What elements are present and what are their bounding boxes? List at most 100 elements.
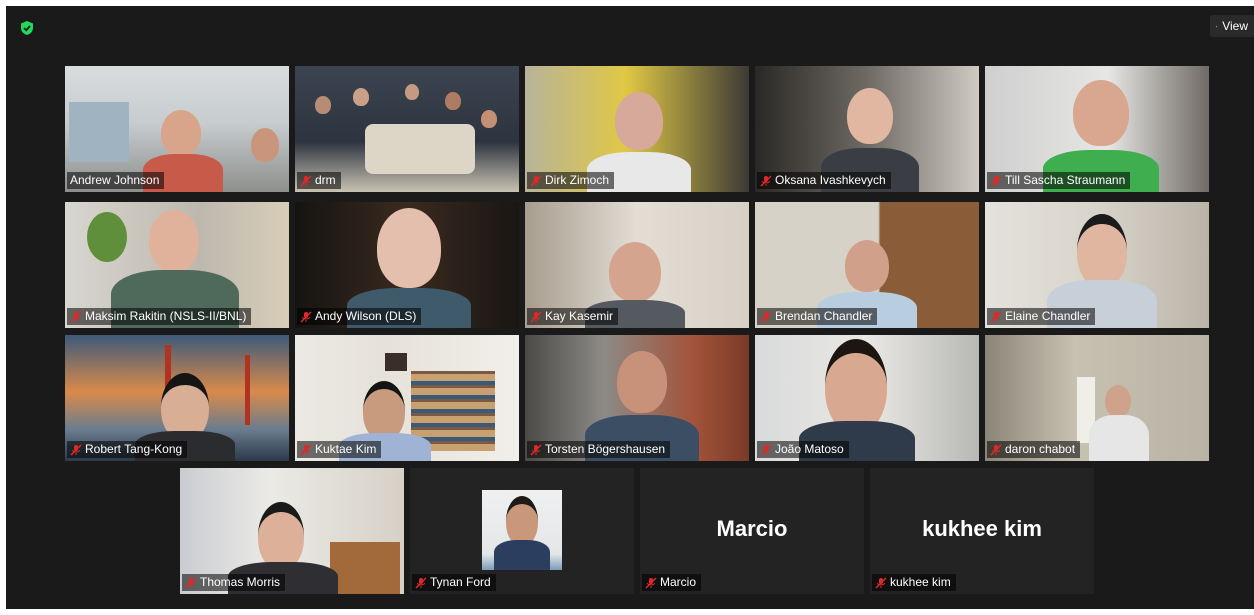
- grid-icon: [1216, 25, 1218, 27]
- participant-face: [149, 210, 199, 272]
- participant-name-label: Dirk Zimoch: [527, 172, 615, 189]
- participant-name: Kuktae Kim: [315, 442, 377, 456]
- participant-face: [315, 96, 331, 114]
- participant-face: [377, 208, 441, 288]
- video-tile[interactable]: Andy Wilson (DLS): [295, 202, 519, 328]
- participant-face: [161, 110, 201, 156]
- participant-face: [845, 240, 889, 292]
- video-tile[interactable]: Elaine Chandler: [985, 202, 1209, 328]
- mic-muted-icon: [300, 443, 312, 456]
- participant-name-label: daron chabot: [987, 441, 1081, 458]
- video-tile[interactable]: Thomas Morris: [180, 468, 404, 594]
- video-tile[interactable]: Tynan Ford: [410, 468, 634, 594]
- participant-profile-picture: [482, 490, 562, 570]
- participant-name: drm: [315, 173, 336, 187]
- video-tile[interactable]: kukhee kim kukhee kim: [870, 468, 1094, 594]
- video-tile[interactable]: Kuktae Kim: [295, 335, 519, 461]
- participant-name-label: Kuktae Kim: [297, 441, 382, 458]
- participant-name: Marcio: [660, 575, 697, 589]
- mic-muted-icon: [990, 310, 1002, 323]
- participant-face: [481, 110, 497, 128]
- participant-name-label: Elaine Chandler: [987, 308, 1096, 325]
- mic-muted-icon: [185, 576, 197, 589]
- participant-face: [1105, 385, 1131, 417]
- participant-face: [847, 88, 893, 144]
- participant-name: Robert Tang-Kong: [85, 442, 183, 456]
- conference-table: [365, 124, 475, 174]
- mic-muted-icon: [300, 174, 312, 187]
- participant-face: [1077, 214, 1127, 288]
- participant-face: [363, 381, 405, 441]
- participant-name: Torsten Bögershausen: [545, 442, 666, 456]
- mic-muted-icon: [70, 310, 82, 323]
- participant-face: [609, 242, 661, 302]
- picture-frame: [385, 353, 407, 371]
- participant-display-name: Marcio: [716, 516, 788, 541]
- mic-muted-icon: [990, 443, 1002, 456]
- participant-name-label: Oksana Ivashkevych: [757, 172, 891, 189]
- shield-icon[interactable]: [19, 20, 35, 36]
- participant-name-label: Tynan Ford: [412, 574, 496, 591]
- video-tile[interactable]: Kay Kasemir: [525, 202, 749, 328]
- participant-body: [494, 540, 550, 570]
- mic-muted-icon: [760, 310, 772, 323]
- participant-name-label: Maksim Rakitin (NSLS-II/BNL): [67, 308, 252, 325]
- gallery-view: View Andrew Johnson drm Dirk Zimoch Oksa…: [6, 6, 1254, 609]
- participant-name-label: Marcio: [642, 574, 702, 591]
- participant-face: [506, 496, 538, 546]
- dresser: [330, 542, 400, 594]
- participant-name: Oksana Ivashkevych: [775, 173, 886, 187]
- participant-name: Elaine Chandler: [1005, 309, 1091, 323]
- meeting-window: View Andrew Johnson drm Dirk Zimoch Oksa…: [0, 0, 1254, 615]
- video-tile[interactable]: daron chabot: [985, 335, 1209, 461]
- participant-name: Brendan Chandler: [775, 309, 873, 323]
- bridge-tower: [245, 355, 250, 425]
- participant-name-label: drm: [297, 172, 341, 189]
- participant-name: João Matoso: [775, 442, 844, 456]
- participant-name: Andy Wilson (DLS): [315, 309, 417, 323]
- participant-body: [1089, 415, 1149, 461]
- participant-face: [405, 84, 419, 100]
- participant-name-label: Andrew Johnson: [67, 172, 165, 189]
- participant-display-name: kukhee kim: [922, 516, 1042, 541]
- window: [69, 102, 129, 162]
- video-tile[interactable]: Robert Tang-Kong: [65, 335, 289, 461]
- video-tile[interactable]: Till Sascha Straumann: [985, 66, 1209, 192]
- participant-name-label: Thomas Morris: [182, 574, 286, 591]
- view-label: View: [1222, 19, 1248, 33]
- mic-muted-icon: [645, 576, 657, 589]
- participant-name: Till Sascha Straumann: [1005, 173, 1126, 187]
- mic-muted-icon: [530, 174, 542, 187]
- mic-muted-icon: [760, 174, 772, 187]
- video-tile[interactable]: Maksim Rakitin (NSLS-II/BNL): [65, 202, 289, 328]
- participant-name: Thomas Morris: [200, 575, 281, 589]
- video-tile[interactable]: drm: [295, 66, 519, 192]
- mic-muted-icon: [300, 310, 312, 323]
- mic-muted-icon: [530, 310, 542, 323]
- participant-name: Tynan Ford: [430, 575, 491, 589]
- participant-name-label: Torsten Bögershausen: [527, 441, 671, 458]
- mic-muted-icon: [875, 576, 887, 589]
- participant-name: Dirk Zimoch: [545, 173, 610, 187]
- participant-name-label: Till Sascha Straumann: [987, 172, 1131, 189]
- participant-face: [615, 92, 663, 150]
- participant-name: Kay Kasemir: [545, 309, 614, 323]
- participant-name-label: Robert Tang-Kong: [67, 441, 188, 458]
- mic-muted-icon: [70, 443, 82, 456]
- participant-name: Maksim Rakitin (NSLS-II/BNL): [85, 309, 247, 323]
- participant-name: daron chabot: [1005, 442, 1076, 456]
- participant-face: [258, 502, 304, 570]
- view-button[interactable]: View: [1210, 15, 1254, 37]
- mic-muted-icon: [760, 443, 772, 456]
- video-tile[interactable]: Oksana Ivashkevych: [755, 66, 979, 192]
- video-tile[interactable]: Dirk Zimoch: [525, 66, 749, 192]
- video-tile[interactable]: Andrew Johnson: [65, 66, 289, 192]
- video-tile[interactable]: Torsten Bögershausen: [525, 335, 749, 461]
- video-tile[interactable]: João Matoso: [755, 335, 979, 461]
- video-tile[interactable]: Marcio Marcio: [640, 468, 864, 594]
- mic-muted-icon: [530, 443, 542, 456]
- participant-name-label: Brendan Chandler: [757, 308, 878, 325]
- participant-face: [445, 92, 461, 110]
- participant-name-label: João Matoso: [757, 441, 849, 458]
- video-tile[interactable]: Brendan Chandler: [755, 202, 979, 328]
